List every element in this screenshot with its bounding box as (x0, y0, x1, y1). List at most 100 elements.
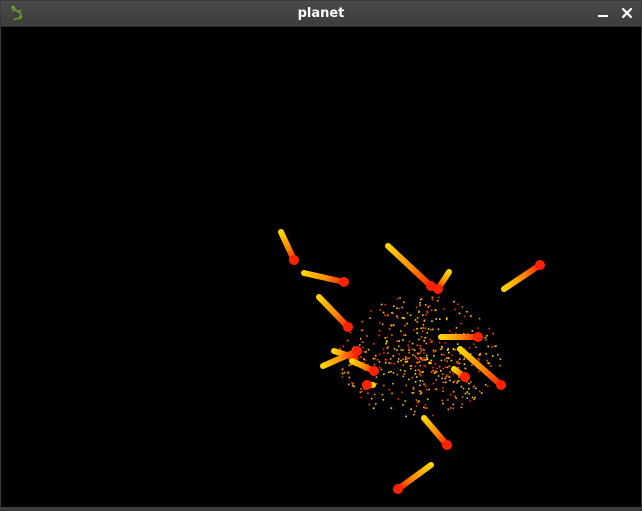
particle (414, 355, 416, 357)
particle (473, 343, 475, 345)
particle (420, 336, 423, 338)
particle (376, 358, 379, 361)
meteor-head (433, 284, 443, 294)
particle (453, 300, 455, 303)
meteor-head (343, 322, 353, 332)
particle (384, 303, 387, 306)
particle (422, 327, 424, 329)
particle (401, 391, 403, 393)
particle (375, 403, 377, 405)
particle (424, 304, 427, 306)
particle (429, 338, 432, 341)
particle (469, 399, 472, 402)
particle (396, 315, 398, 317)
particle (468, 393, 470, 395)
particle (484, 384, 487, 386)
meteor-streak (501, 262, 543, 292)
particle (422, 359, 425, 361)
meteor-head (393, 484, 403, 494)
particle (423, 364, 425, 367)
particle (452, 391, 455, 393)
particle (388, 328, 391, 330)
particle (419, 347, 422, 350)
particle (407, 344, 409, 346)
particle (383, 373, 385, 375)
particle (442, 367, 445, 370)
particle (419, 298, 422, 301)
particle (408, 357, 411, 359)
particle (408, 378, 410, 381)
particle (391, 334, 393, 336)
particle (374, 354, 377, 357)
particle (456, 382, 458, 384)
particle (478, 359, 480, 361)
particle (392, 355, 395, 357)
particle (347, 339, 349, 342)
particle (466, 391, 469, 393)
particle (438, 365, 441, 368)
particle (423, 406, 425, 409)
particle (388, 362, 391, 364)
particle (451, 354, 453, 357)
particle (460, 406, 463, 409)
particle (360, 329, 363, 332)
particle (434, 372, 436, 374)
particle (493, 345, 495, 348)
particle (448, 376, 451, 378)
particle (478, 390, 481, 393)
particle (368, 403, 371, 406)
particle (397, 360, 399, 363)
particle (423, 320, 426, 322)
particle (382, 399, 385, 401)
particle (480, 354, 482, 356)
particle (450, 393, 452, 396)
particle (432, 296, 434, 299)
particle (419, 393, 422, 395)
particle (430, 362, 432, 365)
particle (347, 372, 349, 374)
particle (396, 349, 398, 351)
particle (396, 340, 398, 342)
particle (466, 310, 468, 313)
meteor-head (369, 366, 379, 376)
particle (420, 390, 422, 393)
particle (343, 371, 346, 374)
particle (418, 400, 420, 402)
particle (373, 343, 375, 345)
particle (440, 359, 443, 362)
window-title: planet (297, 6, 345, 21)
particle (434, 363, 437, 365)
particle (396, 317, 399, 319)
particle (452, 348, 455, 350)
particle (385, 342, 387, 345)
meteor-streak (421, 415, 450, 448)
particle (436, 367, 439, 370)
particle (378, 330, 381, 332)
particle (408, 346, 410, 349)
particle (443, 359, 446, 361)
particle (462, 387, 465, 390)
particle (425, 359, 427, 361)
particle (424, 385, 427, 388)
title-bar[interactable]: planet (1, 1, 641, 27)
particle (452, 373, 454, 375)
particle (413, 349, 416, 351)
particle (408, 352, 410, 354)
particle (432, 349, 435, 351)
particle (413, 413, 415, 416)
particle (348, 376, 351, 379)
particle (409, 365, 411, 367)
particle-cloud (337, 296, 502, 419)
particle (386, 336, 389, 339)
particle (452, 407, 455, 410)
minimize-button[interactable] (595, 5, 611, 21)
particle (445, 381, 447, 384)
particle (486, 334, 488, 337)
particle (397, 358, 400, 360)
simulation-canvas[interactable] (1, 27, 641, 507)
particle (468, 387, 470, 390)
close-button[interactable] (619, 5, 635, 21)
particle (425, 342, 428, 345)
particle (432, 382, 434, 385)
particle (438, 341, 441, 344)
